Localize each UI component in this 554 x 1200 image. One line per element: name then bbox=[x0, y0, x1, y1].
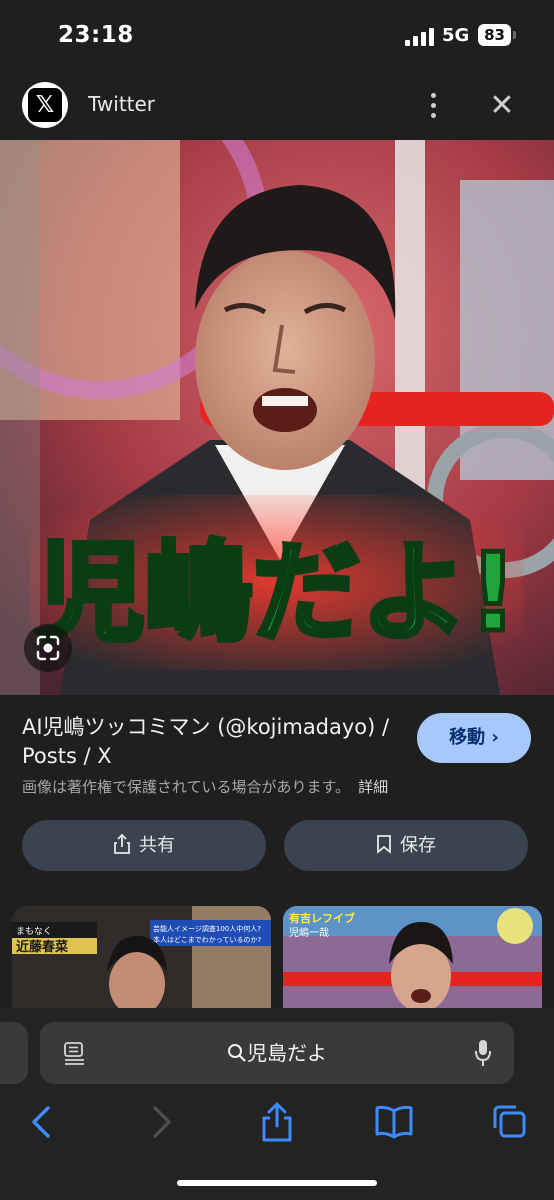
thumbnail-banner: 芸能人イメージ調査100人中何人? bbox=[153, 924, 261, 933]
search-query[interactable]: 児島だよ bbox=[40, 1022, 514, 1084]
details-link[interactable]: 詳細 bbox=[358, 778, 388, 796]
thumbnail-tag: 有吉レフイブ bbox=[289, 911, 355, 925]
image-caption: 児嶋だよ! bbox=[36, 531, 517, 656]
result-title[interactable]: AI児嶋ツッコミマン (@kojimadayo) / Posts / X bbox=[22, 713, 402, 771]
search-icon bbox=[228, 1044, 246, 1062]
signal-icon bbox=[405, 28, 435, 46]
microphone-icon[interactable] bbox=[473, 1038, 493, 1072]
x-logo-icon[interactable]: 𝕏 bbox=[22, 82, 68, 128]
main-image-art: 児嶋だよ! bbox=[0, 140, 554, 695]
site-name[interactable]: Twitter bbox=[88, 92, 155, 116]
lens-icon bbox=[36, 635, 60, 661]
back-icon[interactable] bbox=[20, 1100, 64, 1144]
status-time: 23:18 bbox=[58, 22, 134, 48]
thumbnail-subbanner: 本人はどこまでわかっているのか? bbox=[153, 935, 261, 944]
save-label: 保存 bbox=[400, 835, 436, 856]
bookmarks-icon[interactable] bbox=[372, 1100, 416, 1144]
thumbnail-name: 近藤春菜 bbox=[16, 939, 68, 955]
lens-button[interactable] bbox=[24, 624, 72, 672]
home-indicator bbox=[177, 1180, 377, 1186]
thumbnail-tag: まもなく bbox=[16, 926, 52, 937]
thumbnail-name: 児嶋一哉 bbox=[289, 926, 329, 939]
share-label: 共有 bbox=[139, 835, 175, 856]
share-icon bbox=[114, 833, 130, 854]
battery-icon: 83 bbox=[478, 24, 511, 46]
copyright-text: 画像は著作権で保護されている場合があります。 bbox=[22, 778, 351, 796]
x-logo-glyph: 𝕏 bbox=[28, 88, 62, 122]
battery-tip bbox=[513, 31, 516, 39]
search-query-text: 児島だよ bbox=[247, 1041, 327, 1065]
network-label: 5G bbox=[442, 25, 470, 46]
visit-button[interactable]: 移動 › bbox=[417, 713, 531, 763]
copyright-notice: 画像は著作権で保護されている場合があります。 詳細 bbox=[22, 776, 388, 797]
more-options-icon[interactable] bbox=[422, 90, 446, 120]
forward-icon[interactable] bbox=[139, 1100, 183, 1144]
status-bar: 23:18 5G 83 bbox=[0, 0, 554, 72]
share-page-icon[interactable] bbox=[255, 1100, 299, 1144]
tabs-icon[interactable] bbox=[490, 1100, 534, 1144]
previous-tab-preview[interactable] bbox=[0, 1022, 28, 1084]
bookmark-icon bbox=[377, 835, 391, 854]
main-image[interactable]: 児嶋だよ! bbox=[0, 140, 554, 695]
viewer-header: 𝕏 Twitter ✕ bbox=[0, 72, 554, 140]
close-icon[interactable]: ✕ bbox=[484, 88, 520, 124]
save-button[interactable]: 保存 bbox=[284, 820, 528, 871]
share-button[interactable]: 共有 bbox=[22, 820, 266, 871]
